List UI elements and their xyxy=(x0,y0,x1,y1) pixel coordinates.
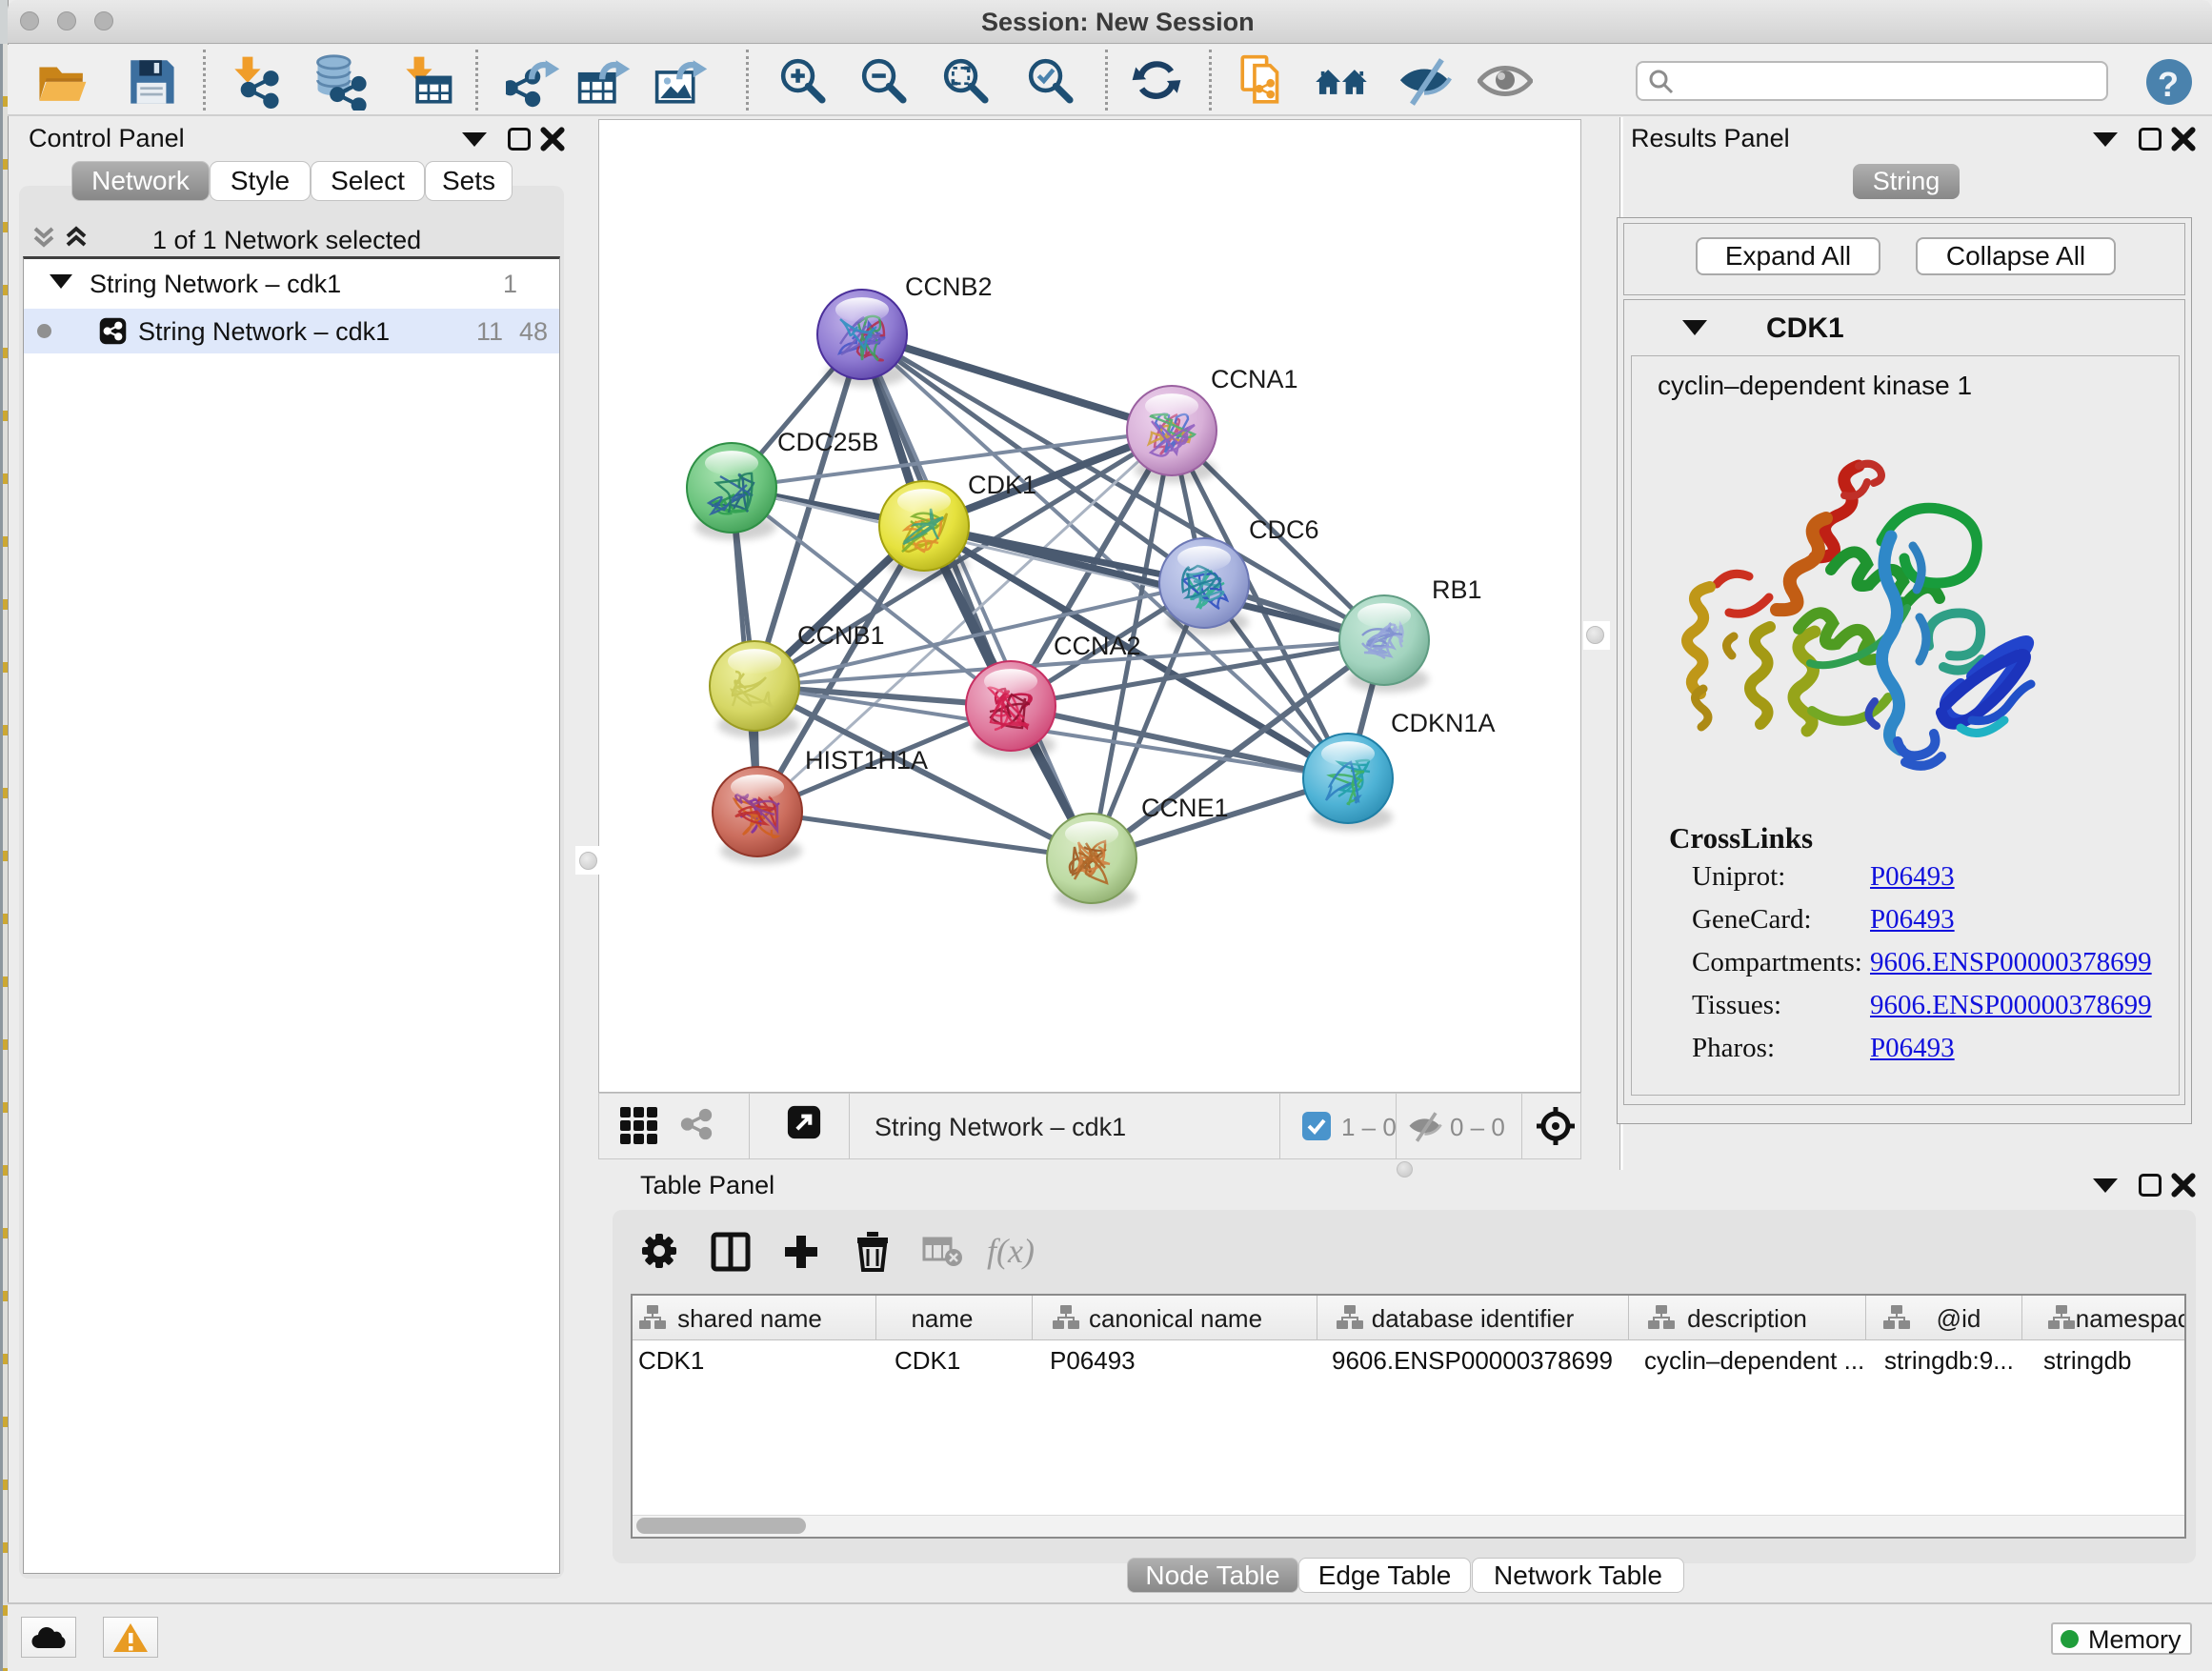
svg-text:CCNA2: CCNA2 xyxy=(1054,632,1141,660)
svg-text:CCNB1: CCNB1 xyxy=(797,621,885,650)
svg-text:CCNA1: CCNA1 xyxy=(1211,365,1298,393)
svg-text:HIST1H1A: HIST1H1A xyxy=(805,746,928,775)
svg-text:CCNB2: CCNB2 xyxy=(905,272,993,301)
svg-text:CCNE1: CCNE1 xyxy=(1141,794,1229,822)
svg-text:CDC6: CDC6 xyxy=(1249,515,1319,544)
svg-text:CDC25B: CDC25B xyxy=(777,428,879,456)
svg-text:CDKN1A: CDKN1A xyxy=(1391,709,1496,737)
svg-text:RB1: RB1 xyxy=(1432,575,1482,604)
svg-text:CDK1: CDK1 xyxy=(968,471,1036,499)
